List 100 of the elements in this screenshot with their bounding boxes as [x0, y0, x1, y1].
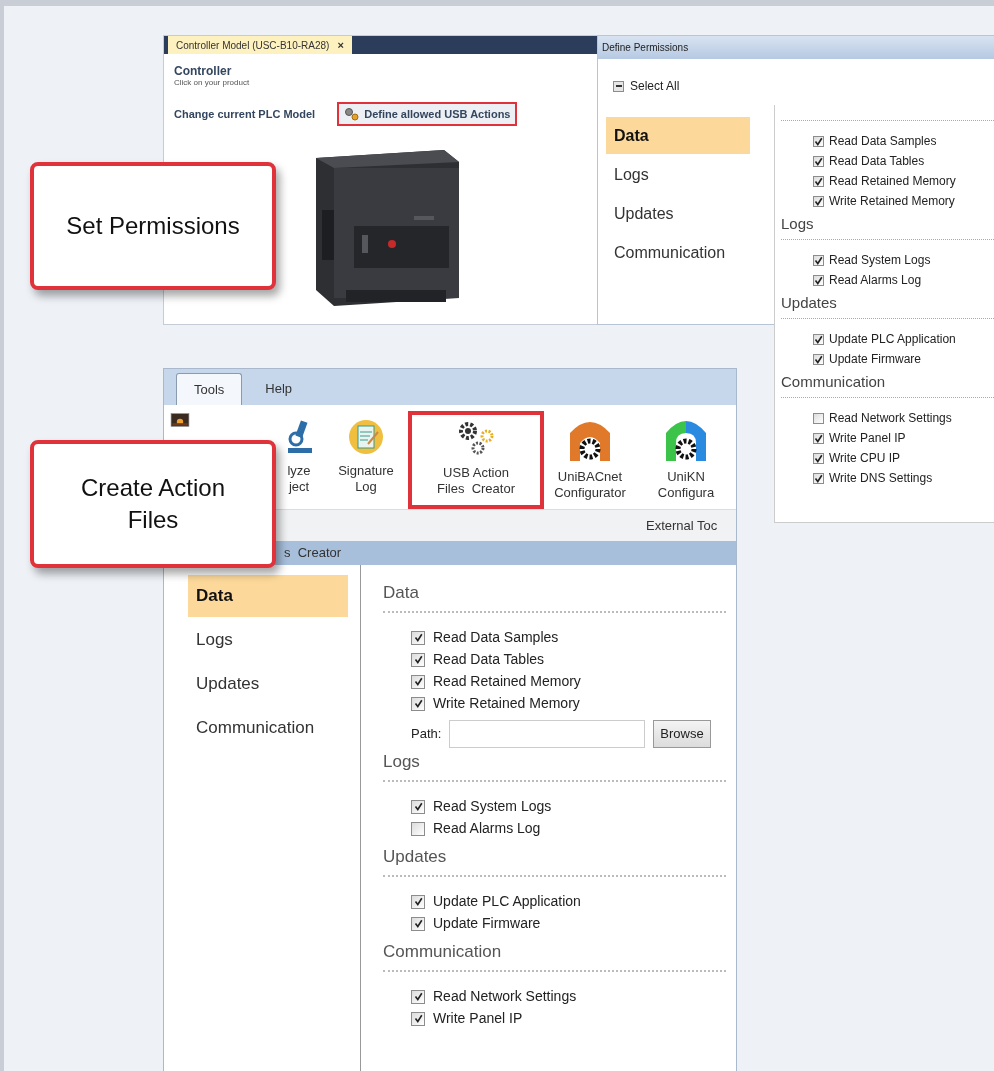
- permission-label: Read Data Samples: [829, 133, 937, 150]
- ribbon-button[interactable]: UniKN Configura: [636, 411, 736, 509]
- ribbon-button[interactable]: lyze ject: [278, 411, 320, 509]
- select-all-label: Select All: [630, 78, 680, 95]
- close-icon[interactable]: ×: [337, 36, 344, 54]
- checked-checkbox[interactable]: [813, 472, 824, 484]
- checked-checkbox[interactable]: [411, 652, 425, 667]
- define-usb-actions-button[interactable]: Define allowed USB Actions: [337, 102, 518, 126]
- permission-label: Write DNS Settings: [829, 470, 933, 487]
- checkbox[interactable]: [411, 821, 425, 836]
- browse-button[interactable]: Browse: [653, 720, 711, 748]
- checkbox[interactable]: [813, 412, 824, 424]
- check-icon: [413, 802, 423, 811]
- section-heading: Communication: [781, 373, 887, 391]
- permission-label: Read Alarms Log: [433, 819, 541, 838]
- category-item[interactable]: Data: [188, 575, 348, 617]
- section-heading: Data: [383, 583, 420, 603]
- signature-icon: [348, 419, 384, 455]
- permission-label: Write Panel IP: [433, 1009, 523, 1028]
- check-icon: [413, 699, 423, 708]
- ribbon-button[interactable]: UniBACnet Configurator: [544, 411, 636, 509]
- check-icon: [413, 919, 423, 928]
- tab-title: Controller Model (USC-B10-RA28): [176, 38, 330, 53]
- checked-checkbox[interactable]: [411, 674, 425, 689]
- checked-checkbox[interactable]: [813, 452, 824, 464]
- permission-label: Read Data Tables: [829, 153, 925, 170]
- change-model-link[interactable]: Change current PLC Model: [174, 105, 316, 123]
- check-icon: [413, 1014, 423, 1023]
- checked-checkbox[interactable]: [813, 155, 824, 167]
- ribbon-button-label: UniBACnet: [557, 469, 623, 485]
- section-heading: Communication: [383, 942, 503, 962]
- checked-checkbox[interactable]: [411, 989, 425, 1004]
- arch-gear-icon: [664, 419, 708, 461]
- checked-checkbox[interactable]: [813, 135, 824, 147]
- checked-checkbox[interactable]: [411, 630, 425, 645]
- ribbon-button-label: UniKN: [667, 469, 705, 485]
- ribbon-button[interactable]: USB Action Files Creator: [408, 411, 544, 509]
- section-heading: Updates: [781, 294, 838, 312]
- callout-box: Create Action Files: [30, 440, 276, 568]
- ribbon-button-label: ject: [288, 479, 310, 495]
- checked-checkbox[interactable]: [411, 799, 425, 814]
- checked-checkbox[interactable]: [411, 1011, 425, 1026]
- checked-checkbox[interactable]: [813, 175, 824, 187]
- checked-checkbox[interactable]: [411, 916, 425, 931]
- permission-label: Read Network Settings: [433, 987, 577, 1006]
- path-label: Path:: [411, 725, 442, 744]
- permission-label: Read Retained Memory: [829, 173, 956, 190]
- permission-label: Write Retained Memory: [433, 694, 580, 713]
- check-icon: [413, 633, 423, 642]
- section-heading: Logs: [781, 215, 815, 233]
- section-heading: Logs: [383, 752, 421, 772]
- group-label: External Toc: [646, 516, 719, 535]
- indeterminate-checkbox[interactable]: [613, 80, 624, 92]
- checked-checkbox[interactable]: [813, 274, 824, 286]
- gears-icon: [344, 107, 361, 121]
- category-item[interactable]: Updates: [188, 663, 348, 705]
- checked-checkbox[interactable]: [411, 696, 425, 711]
- permission-label: Update PLC Application: [829, 331, 956, 348]
- permission-label: Read Data Samples: [433, 628, 559, 647]
- check-icon: [413, 655, 423, 664]
- checked-checkbox[interactable]: [411, 894, 425, 909]
- section-heading: Updates: [383, 847, 448, 867]
- category-item[interactable]: Logs: [188, 619, 348, 661]
- ribbon-button-label: Files Creator: [437, 481, 515, 497]
- ribbon-tab[interactable]: Tools: [176, 373, 243, 405]
- ribbon-button-label: lyze: [287, 463, 311, 479]
- section-heading: Controller: [174, 64, 233, 78]
- ribbon-tab[interactable]: Help: [248, 373, 310, 405]
- permission-label: Write Panel IP: [829, 430, 906, 447]
- permission-label: Read System Logs: [433, 797, 552, 816]
- ribbon-button[interactable]: Signature Log: [324, 411, 408, 509]
- check-icon: [413, 897, 423, 906]
- path-field[interactable]: [449, 720, 646, 748]
- permission-label: Read Network Settings: [829, 410, 952, 427]
- category-item[interactable]: Logs: [606, 156, 750, 193]
- checked-checkbox[interactable]: [813, 353, 824, 365]
- permission-label: Read Retained Memory: [433, 672, 581, 691]
- category-item[interactable]: Communication: [606, 234, 750, 271]
- ribbon-button-label: Signature: [338, 463, 394, 479]
- permission-label: Update Firmware: [829, 351, 922, 368]
- permission-label: Write CPU IP: [829, 450, 901, 467]
- permission-label: Write Retained Memory: [829, 193, 955, 210]
- permission-label: Read System Logs: [829, 252, 931, 269]
- checked-checkbox[interactable]: [813, 333, 824, 345]
- dash-icon: [615, 85, 622, 87]
- document-tab[interactable]: Controller Model (USC-B10-RA28) ×: [168, 36, 352, 54]
- ribbon-button-label: USB Action: [443, 465, 509, 481]
- arch-gear-icon: [568, 419, 612, 461]
- dialog-title-bar: Define Permissions: [598, 36, 994, 59]
- ribbon-button-label: Configurator: [554, 485, 626, 501]
- category-item[interactable]: Updates: [606, 195, 750, 232]
- permission-label: Update PLC Application: [433, 892, 581, 911]
- checked-checkbox[interactable]: [813, 254, 824, 266]
- section-subtitle: Click on your product: [174, 78, 251, 88]
- category-item[interactable]: Data: [606, 117, 750, 154]
- check-icon: [413, 677, 423, 686]
- checked-checkbox[interactable]: [813, 195, 824, 207]
- category-item[interactable]: Communication: [188, 707, 348, 749]
- permission-label: Read Alarms Log: [829, 272, 922, 289]
- checked-checkbox[interactable]: [813, 432, 824, 444]
